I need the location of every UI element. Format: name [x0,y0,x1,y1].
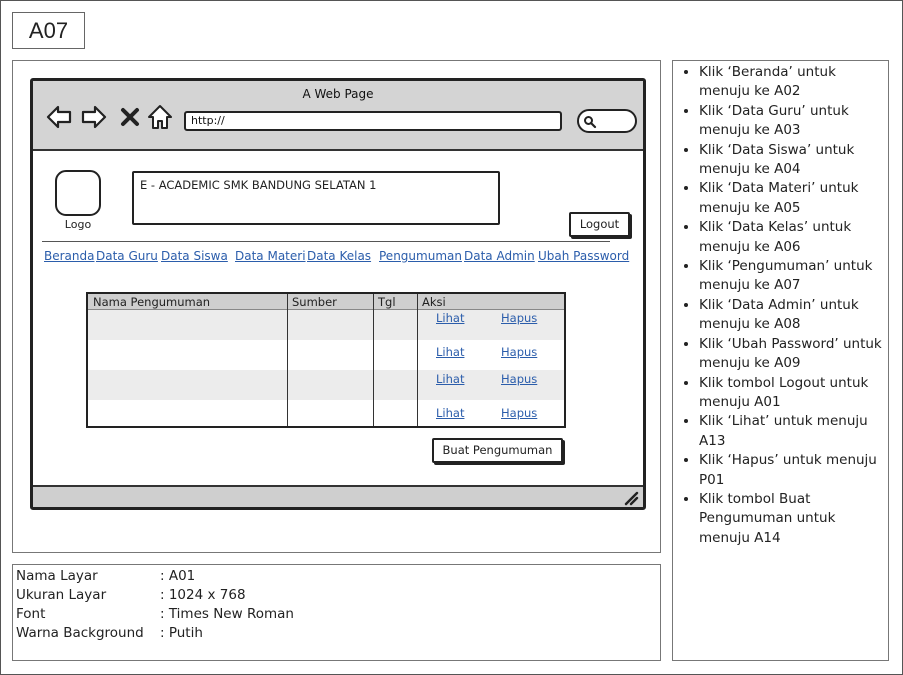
note-item: Klik ‘Data Admin’ untuk menuju ke A08 [699,296,888,335]
column-divider [287,294,288,426]
menu-link-data-admin[interactable]: Data Admin [464,249,535,263]
note-item: Klik ‘Data Siswa’ untuk menuju ke A04 [699,141,888,180]
info-value: : Putih [160,625,203,641]
delete-link[interactable]: Hapus [501,372,537,386]
menu-link-beranda[interactable]: Beranda [44,249,94,263]
note-item: Klik ‘Ubah Password’ untuk menuju ke A09 [699,335,888,374]
resize-grip-icon[interactable] [623,490,639,506]
note-item: Klik ‘Beranda’ untuk menuju ke A02 [699,63,888,102]
screen-info-panel: Nama Layar : A01 Ukuran Layar : 1024 x 7… [12,564,661,661]
column-header-nama-pengumuman: Nama Pengumuman [93,295,211,309]
note-item: Klik tombol Logout untuk menuju A01 [699,374,888,413]
site-banner: E - ACADEMIC SMK BANDUNG SELATAN 1 [132,171,500,225]
table-header-row: Nama Pengumuman Sumber Tgl Aksi [88,294,564,310]
logo-image [55,170,101,216]
delete-link[interactable]: Hapus [501,345,537,359]
url-input[interactable]: http:// [184,111,562,131]
note-item: Klik ‘Lihat’ untuk menuju A13 [699,412,888,451]
menu-link-data-guru[interactable]: Data Guru [96,249,158,263]
view-link[interactable]: Lihat [436,345,464,359]
navigation-notes-panel: Klik ‘Beranda’ untuk menuju ke A02 Klik … [672,60,889,661]
table-row [88,370,564,400]
browser-search-box[interactable] [577,109,637,133]
info-value: : Times New Roman [160,606,294,622]
browser-window: A Web Page http:// Logo E - ACADEMIC SMK… [30,78,646,510]
info-value: : 1024 x 768 [160,587,246,603]
note-item: Klik ‘Pengumuman’ untuk menuju ke A07 [699,257,888,296]
info-key: Nama Layar [16,568,98,584]
stop-x-icon[interactable] [118,103,142,131]
back-arrow-icon[interactable] [45,103,73,131]
create-announcement-button[interactable]: Buat Pengumuman [432,438,563,463]
search-icon [584,116,597,129]
note-item: Klik ‘Data Guru’ untuk menuju ke A03 [699,102,888,141]
column-header-aksi: Aksi [422,295,446,309]
mockup-panel: A Web Page http:// Logo E - ACADEMIC SMK… [12,60,661,553]
delete-link[interactable]: Hapus [501,406,537,420]
view-link[interactable]: Lihat [436,406,464,420]
nav-divider [42,241,610,242]
browser-status-bar [33,485,643,507]
column-header-sumber: Sumber [292,295,337,309]
column-divider [417,294,418,426]
logout-button[interactable]: Logout [569,212,630,237]
menu-link-ubah-password[interactable]: Ubah Password [538,249,629,263]
browser-toolbar: A Web Page http:// [33,81,643,151]
screen-id-label: A07 [12,12,85,49]
column-divider [373,294,374,426]
table-row [88,310,564,340]
menu-link-data-siswa[interactable]: Data Siswa [161,249,228,263]
delete-link[interactable]: Hapus [501,311,537,325]
notes-list: Klik ‘Beranda’ untuk menuju ke A02 Klik … [673,63,888,548]
info-key: Warna Background [16,625,144,641]
menu-link-pengumuman[interactable]: Pengumuman [379,249,462,263]
view-link[interactable]: Lihat [436,372,464,386]
logo-label: Logo [64,218,92,231]
note-item: Klik tombol Buat Pengumuman untuk menuju… [699,490,888,548]
column-header-tgl: Tgl [378,295,396,309]
table-row [88,340,564,370]
info-key: Font [16,606,46,622]
info-value: : A01 [160,568,196,584]
info-key: Ukuran Layar [16,587,107,603]
home-icon[interactable] [146,103,174,131]
menu-link-data-kelas[interactable]: Data Kelas [307,249,371,263]
window-title: A Web Page [302,87,374,101]
note-item: Klik ‘Hapus’ untuk menuju P01 [699,451,888,490]
announcement-table: Nama Pengumuman Sumber Tgl Aksi Lihat Ha… [86,292,566,428]
table-row [88,400,564,426]
menu-link-data-materi[interactable]: Data Materi [235,249,306,263]
note-item: Klik ‘Data Materi’ untuk menuju ke A05 [699,179,888,218]
note-item: Klik ‘Data Kelas’ untuk menuju ke A06 [699,218,888,257]
view-link[interactable]: Lihat [436,311,464,325]
forward-arrow-icon[interactable] [80,103,108,131]
